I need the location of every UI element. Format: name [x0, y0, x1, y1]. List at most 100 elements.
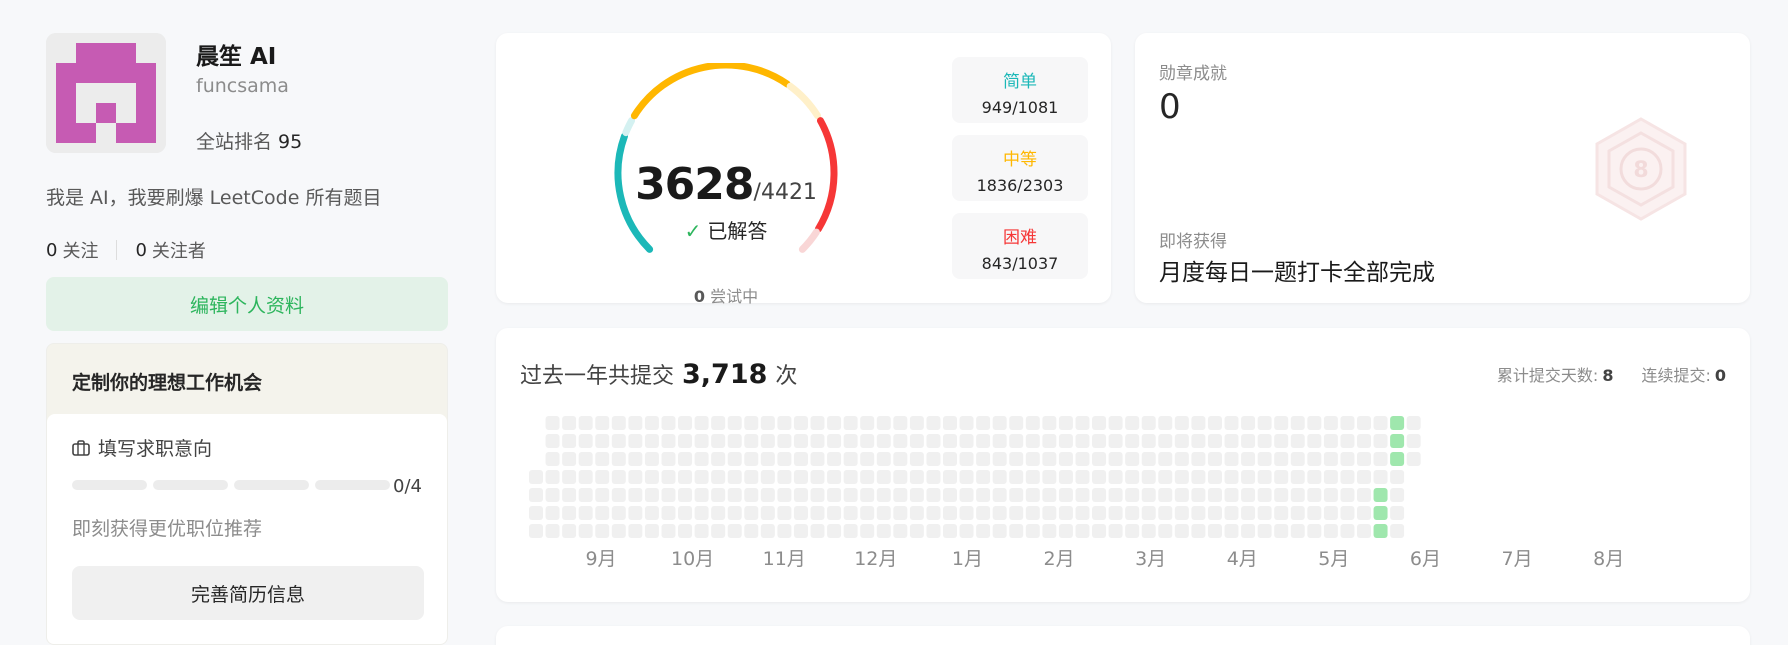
heatmap-cell[interactable]	[578, 506, 593, 520]
heatmap-cell[interactable]	[843, 524, 858, 538]
heatmap-cell[interactable]	[876, 416, 891, 430]
heatmap-cell[interactable]	[1158, 488, 1173, 502]
heatmap-cell[interactable]	[1257, 524, 1272, 538]
heatmap-cell[interactable]	[1191, 434, 1206, 448]
heatmap-cell[interactable]	[744, 506, 759, 520]
heatmap-cell[interactable]	[1125, 524, 1140, 538]
heatmap-cell[interactable]	[1075, 488, 1090, 502]
heatmap-cell[interactable]	[893, 488, 908, 502]
difficulty-hard[interactable]: 困难 843/1037	[952, 213, 1088, 279]
heatmap-cell[interactable]	[992, 488, 1007, 502]
heatmap-cell[interactable]	[1390, 506, 1405, 520]
heatmap-cell[interactable]	[644, 524, 659, 538]
heatmap-cell[interactable]	[760, 488, 775, 502]
upcoming-badge-name[interactable]: 月度每日一题打卡全部完成	[1159, 253, 1435, 287]
heatmap-cell[interactable]	[860, 452, 875, 466]
heatmap-cell[interactable]	[1108, 506, 1123, 520]
heatmap-cell[interactable]	[1373, 416, 1388, 430]
heatmap-cell[interactable]	[1092, 506, 1107, 520]
heatmap-cell[interactable]	[744, 416, 759, 430]
heatmap-cell[interactable]	[578, 416, 593, 430]
heatmap-cell[interactable]	[810, 488, 825, 502]
heatmap-cell[interactable]	[744, 524, 759, 538]
heatmap-cell[interactable]	[1207, 416, 1222, 430]
heatmap-cell[interactable]	[1125, 452, 1140, 466]
heatmap-cell[interactable]	[1274, 488, 1289, 502]
heatmap-cell[interactable]	[976, 452, 991, 466]
heatmap-cell[interactable]	[793, 470, 808, 484]
heatmap-cell[interactable]	[959, 524, 974, 538]
heatmap-cell[interactable]	[976, 470, 991, 484]
heatmap-cell[interactable]	[777, 416, 792, 430]
heatmap-cell[interactable]	[943, 506, 957, 520]
heatmap-cell[interactable]	[893, 524, 908, 538]
heatmap-cell[interactable]	[909, 488, 924, 502]
heatmap-cell[interactable]	[1357, 524, 1371, 538]
heatmap-cell[interactable]	[827, 524, 842, 538]
heatmap-cell[interactable]	[1224, 416, 1239, 430]
heatmap-cell[interactable]	[1058, 452, 1073, 466]
heatmap-cell[interactable]	[1141, 434, 1156, 448]
heatmap-cell[interactable]	[1125, 416, 1140, 430]
heatmap-cell[interactable]	[562, 506, 577, 520]
heatmap-cell[interactable]	[1357, 470, 1371, 484]
heatmap-cell[interactable]	[1025, 416, 1040, 430]
heatmap-cell[interactable]	[1406, 434, 1421, 448]
heatmap-cell[interactable]	[860, 506, 875, 520]
heatmap-cell[interactable]	[909, 470, 924, 484]
heatmap-cell[interactable]	[711, 416, 726, 430]
heatmap-cell[interactable]	[628, 488, 643, 502]
heatmap-cell[interactable]	[628, 506, 643, 520]
heatmap-cell[interactable]	[1340, 434, 1355, 448]
heatmap-cell[interactable]	[1108, 470, 1123, 484]
heatmap-cell[interactable]	[1042, 506, 1057, 520]
heatmap-cell[interactable]	[1108, 434, 1123, 448]
heatmap-cell[interactable]	[992, 506, 1007, 520]
heatmap-cell[interactable]	[760, 524, 775, 538]
heatmap-cell[interactable]	[661, 524, 676, 538]
heatmap-cell[interactable]	[694, 416, 709, 430]
heatmap-cell[interactable]	[1323, 434, 1338, 448]
heatmap-cell[interactable]	[694, 470, 709, 484]
heatmap-cell[interactable]	[711, 524, 726, 538]
badge-icon[interactable]: 8	[1593, 117, 1689, 225]
heatmap-cell[interactable]	[1174, 434, 1189, 448]
heatmap-cell[interactable]	[827, 506, 842, 520]
heatmap-cell[interactable]	[711, 488, 726, 502]
heatmap-cell[interactable]	[1357, 488, 1371, 502]
heatmap-cell[interactable]	[744, 470, 759, 484]
heatmap-cell[interactable]	[529, 506, 543, 520]
heatmap-cell[interactable]	[893, 506, 908, 520]
heatmap-cell[interactable]	[628, 470, 643, 484]
heatmap-cell[interactable]	[1340, 524, 1355, 538]
heatmap-cell[interactable]	[595, 524, 610, 538]
heatmap-cell[interactable]	[1340, 488, 1355, 502]
heatmap-cell[interactable]	[1025, 470, 1040, 484]
heatmap-cell[interactable]	[678, 452, 693, 466]
heatmap-cell[interactable]	[711, 452, 726, 466]
heatmap-cell[interactable]	[545, 488, 560, 502]
heatmap-cell[interactable]	[1290, 506, 1305, 520]
heatmap-cell[interactable]	[1009, 470, 1024, 484]
heatmap-cell[interactable]	[992, 470, 1007, 484]
heatmap-cell[interactable]	[843, 488, 858, 502]
complete-resume-button[interactable]: 完善简历信息	[72, 566, 424, 620]
followers-count[interactable]: 0	[135, 240, 146, 261]
heatmap-cell[interactable]	[727, 488, 742, 502]
heatmap-cell[interactable]	[810, 434, 825, 448]
heatmap-cell[interactable]	[744, 434, 759, 448]
heatmap-cell[interactable]	[1323, 452, 1338, 466]
heatmap-cell[interactable]	[1207, 452, 1222, 466]
heatmap-cell[interactable]	[1274, 524, 1289, 538]
heatmap-cell[interactable]	[1241, 488, 1256, 502]
heatmap-cell[interactable]	[1224, 452, 1239, 466]
heatmap-cell[interactable]	[1357, 416, 1371, 430]
heatmap-cell[interactable]	[694, 524, 709, 538]
heatmap-cell[interactable]	[678, 506, 693, 520]
heatmap-cell[interactable]	[926, 416, 941, 430]
heatmap-cell[interactable]	[1009, 506, 1024, 520]
heatmap-cell[interactable]	[1241, 416, 1256, 430]
heatmap-cell[interactable]	[959, 452, 974, 466]
heatmap-cell[interactable]	[578, 434, 593, 448]
heatmap-cell[interactable]	[959, 506, 974, 520]
